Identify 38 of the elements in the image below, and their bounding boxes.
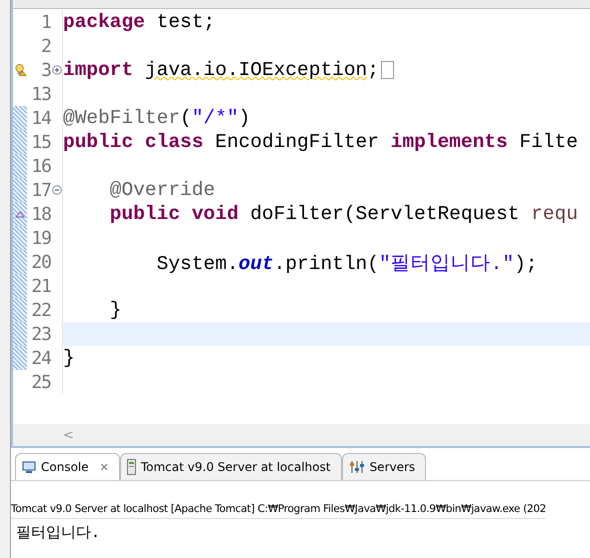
code-line: import java.io.IOException;: [63, 59, 379, 81]
console-output: 필터입니다.: [16, 523, 100, 541]
line-number: 2: [40, 36, 51, 56]
line-number: 15: [30, 132, 51, 152]
line-number: 1: [40, 12, 51, 32]
line-number: 22: [30, 300, 51, 320]
code-line: @Override: [108, 179, 216, 201]
line-number: 17: [30, 180, 51, 200]
line-number: 20: [30, 252, 51, 272]
line-number: 14: [30, 108, 51, 128]
line-number: 24: [30, 348, 51, 368]
line-number: 19: [30, 228, 51, 248]
code-line: System.out.println("필터입니다.");: [156, 252, 538, 276]
line-number: 21: [30, 276, 51, 296]
close-icon[interactable]: ✕: [100, 460, 109, 474]
view-tab[interactable]: Console ✕: [15, 453, 120, 480]
code-line: }: [63, 347, 75, 369]
code-line: public void doFilter(ServletRequest requ: [108, 203, 578, 225]
code-line: }: [108, 299, 122, 321]
server-icon: [126, 459, 136, 475]
code-line: public class EncodingFilter implements Filte: [63, 131, 578, 153]
line-number: 13: [30, 84, 51, 104]
code-line: @WebFilter("/*"): [63, 107, 250, 129]
sliders-icon: [348, 460, 365, 474]
line-number: 3: [40, 60, 51, 80]
monitor-icon: [22, 460, 36, 474]
view-tab[interactable]: Tomcat v9.0 Server at localhost: [120, 453, 342, 480]
line-number: 25: [30, 372, 51, 392]
line-number: 16: [30, 156, 51, 176]
line-number: 18: [30, 204, 51, 224]
view-tab[interactable]: Servers: [342, 453, 426, 480]
line-number: 23: [30, 324, 51, 344]
code-line: package test;: [63, 11, 216, 33]
code-editor[interactable]: [11, 0, 590, 448]
expand-icon[interactable]: [52, 65, 62, 75]
folded-code-marker[interactable]: [380, 61, 394, 79]
console-header: Tomcat v9.0 Server at localhost [Apache Tomcat] C:₩Program Files₩Java₩jdk-11.0.9₩bin₩javaw.exe (202: [11, 501, 546, 519]
collapse-icon[interactable]: [52, 185, 62, 195]
